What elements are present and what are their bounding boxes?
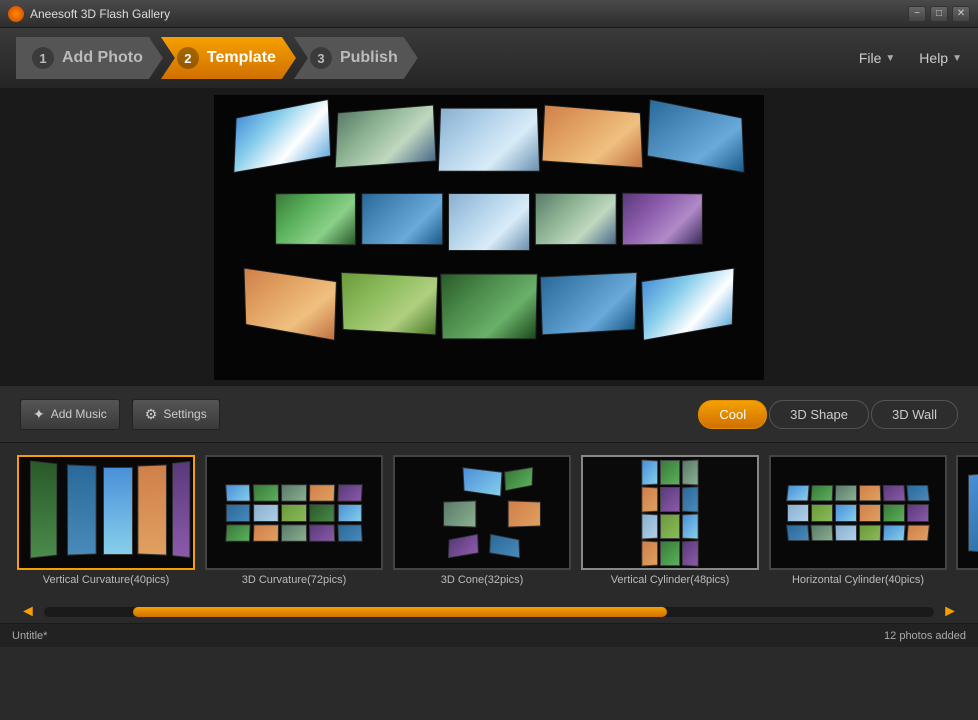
template-thumb-extra: [956, 455, 978, 570]
file-arrow-icon: ▼: [885, 53, 895, 64]
scroll-right-button[interactable]: ►: [942, 603, 958, 621]
navbar: 1 Add Photo 2 Template 3 Publish File ▼ …: [0, 28, 978, 90]
preview-thumb: [622, 193, 703, 246]
preview-thumb: [542, 105, 644, 169]
template-item-3d-cone[interactable]: 3D Cone(32pics): [392, 455, 572, 589]
step-num-2: 2: [177, 47, 199, 69]
photo-count-label: 12 photos added: [884, 630, 966, 642]
preview-thumb: [535, 193, 617, 245]
template-thumb-vertical-curvature: [17, 455, 195, 570]
add-music-label: Add Music: [51, 407, 107, 421]
filter-3dwall-tab[interactable]: 3D Wall: [871, 400, 958, 429]
filter-cool-tab[interactable]: Cool: [698, 400, 767, 429]
nav-steps: 1 Add Photo 2 Template 3 Publish: [16, 37, 418, 79]
preview-row-3: [241, 273, 737, 341]
preview-thumb: [647, 99, 745, 173]
filter-3dshape-tab[interactable]: 3D Shape: [769, 400, 869, 429]
preview-thumb: [540, 272, 638, 335]
app-title: Aneesoft 3D Flash Gallery: [30, 7, 902, 21]
preview-row-1: [231, 105, 747, 173]
preview-thumb: [440, 274, 538, 340]
filename-label: Untitle*: [12, 630, 47, 642]
controls-bar: ✦ Add Music ⚙ Settings Cool 3D Shape 3D …: [0, 385, 978, 443]
close-button[interactable]: ✕: [952, 6, 970, 22]
template-thumb-vertical-cylinder: [581, 455, 759, 570]
add-music-button[interactable]: ✦ Add Music: [20, 399, 120, 430]
template-label-3d-curvature: 3D Curvature(72pics): [242, 574, 347, 586]
templates-gallery: Vertical Curvature(40pics): [0, 443, 978, 601]
scroll-thumb[interactable]: [133, 607, 667, 617]
preview-area: [0, 90, 978, 385]
template-label-vertical-cylinder: Vertical Cylinder(48pics): [611, 574, 730, 586]
template-thumb-horizontal-cylinder: [769, 455, 947, 570]
template-item-extra[interactable]: 3D: [956, 455, 978, 589]
restore-button[interactable]: □: [930, 6, 948, 22]
help-label: Help: [919, 50, 948, 66]
template-item-horizontal-cylinder[interactable]: Horizontal Cylinder(40pics): [768, 455, 948, 589]
template-label-horizontal-cylinder: Horizontal Cylinder(40pics): [792, 574, 924, 586]
template-thumb-3d-curvature: [205, 455, 383, 570]
nav-step-template[interactable]: 2 Template: [161, 37, 296, 79]
gallery-preview: [214, 95, 764, 380]
help-menu-button[interactable]: Help ▼: [919, 50, 962, 66]
step-label-publish: Publish: [340, 49, 398, 67]
template-item-vertical-cylinder[interactable]: Vertical Cylinder(48pics): [580, 455, 760, 589]
preview-row-2: [274, 193, 704, 251]
minimize-button[interactable]: −: [908, 6, 926, 22]
preview-thumb: [341, 272, 439, 335]
template-thumb-3d-cone: [393, 455, 571, 570]
step-label-add-photo: Add Photo: [62, 49, 143, 67]
nav-step-publish[interactable]: 3 Publish: [294, 37, 418, 79]
preview-thumb: [438, 108, 540, 172]
scrollbar-area: ◄ ►: [0, 601, 978, 623]
preview-thumb: [233, 99, 331, 173]
titlebar: Aneesoft 3D Flash Gallery − □ ✕: [0, 0, 978, 28]
template-item-3d-curvature[interactable]: 3D Curvature(72pics): [204, 455, 384, 589]
settings-label: Settings: [163, 407, 206, 421]
filter-tabs: Cool 3D Shape 3D Wall: [698, 400, 958, 429]
scroll-track[interactable]: [44, 607, 934, 617]
file-label: File: [859, 50, 882, 66]
scroll-left-button[interactable]: ◄: [20, 603, 36, 621]
preview-thumb: [244, 268, 337, 341]
help-arrow-icon: ▼: [952, 53, 962, 64]
file-menu-button[interactable]: File ▼: [859, 50, 895, 66]
template-label-3d-cone: 3D Cone(32pics): [441, 574, 524, 586]
preview-thumb: [335, 105, 437, 169]
nav-right: File ▼ Help ▼: [859, 50, 962, 66]
music-icon: ✦: [33, 406, 45, 423]
app-icon: [8, 6, 24, 22]
step-label-template: Template: [207, 49, 276, 67]
step-num-3: 3: [310, 47, 332, 69]
preview-thumb: [361, 193, 443, 245]
preview-thumb: [448, 193, 530, 251]
settings-icon: ⚙: [145, 406, 158, 423]
settings-button[interactable]: ⚙ Settings: [132, 399, 220, 430]
nav-step-add-photo[interactable]: 1 Add Photo: [16, 37, 163, 79]
window-controls: − □ ✕: [908, 6, 970, 22]
preview-thumb: [641, 268, 734, 341]
preview-thumb: [275, 193, 356, 246]
template-item-vertical-curvature[interactable]: Vertical Curvature(40pics): [16, 455, 196, 589]
template-label-vertical-curvature: Vertical Curvature(40pics): [43, 574, 170, 586]
step-num-1: 1: [32, 47, 54, 69]
statusbar: Untitle* 12 photos added: [0, 623, 978, 647]
